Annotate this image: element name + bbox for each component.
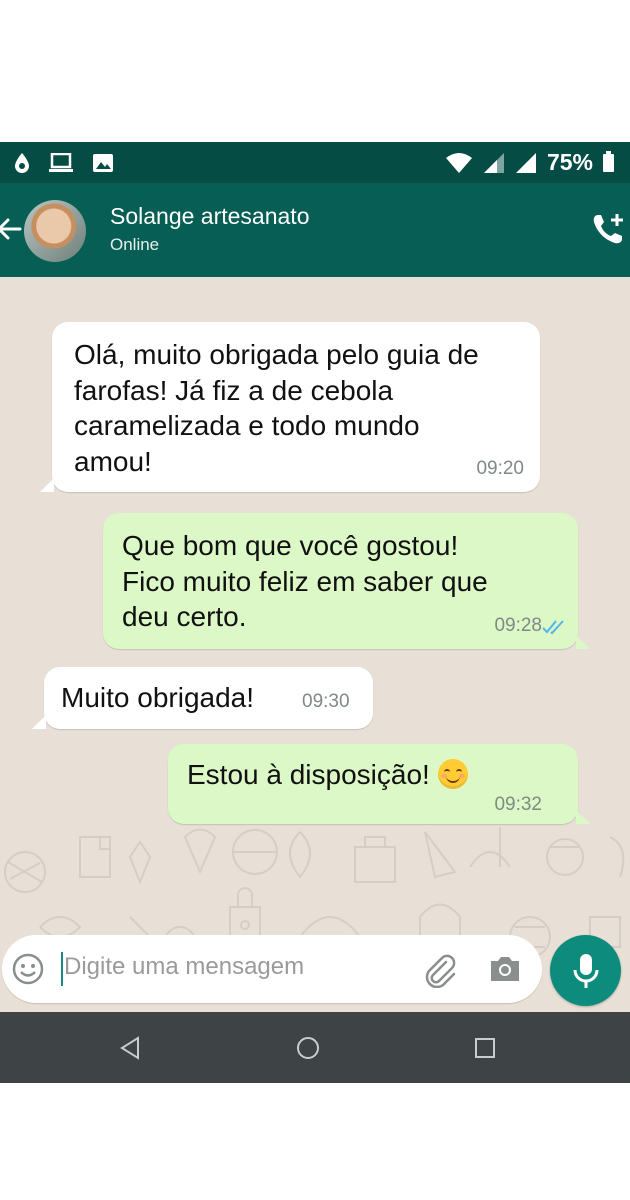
message-time: 09:20: [476, 458, 524, 479]
signal-icon: [515, 152, 536, 173]
message-bubble-incoming[interactable]: Muito obrigada! 09:30: [32, 667, 373, 729]
back-arrow-icon[interactable]: [0, 211, 24, 247]
back-nav-icon[interactable]: [116, 1034, 144, 1062]
message-time: 09:28: [494, 615, 542, 636]
mic-icon: [573, 954, 599, 988]
status-bar: 75%: [0, 142, 630, 183]
emoji-icon[interactable]: [12, 953, 44, 985]
read-ticks-icon: [542, 620, 564, 635]
message-input[interactable]: Digite uma mensagem: [2, 935, 542, 1003]
message-composer: Digite uma mensagem: [0, 932, 630, 1012]
phone-screen: 75% Solange artesanato Online Olá, muito…: [0, 142, 630, 1083]
android-nav-bar: [0, 1012, 630, 1083]
battery-icon: [603, 150, 614, 172]
avatar[interactable]: [24, 200, 86, 262]
water-drop-icon: [15, 152, 29, 173]
message-text: Que bom que você gostou! Fico muito feli…: [122, 530, 488, 632]
mic-button[interactable]: [550, 935, 621, 1006]
chat-area[interactable]: Olá, muito obrigada pelo guia de farofas…: [0, 277, 630, 1013]
chat-header: Solange artesanato Online: [0, 183, 630, 277]
message-bubble-outgoing[interactable]: Estou à disposição! 09:32: [168, 744, 590, 824]
signal-icon: [483, 152, 504, 173]
wifi-icon: [445, 152, 472, 173]
camera-icon[interactable]: [488, 953, 522, 985]
message-text: Estou à disposição!: [187, 757, 468, 793]
contact-name[interactable]: Solange artesanato: [110, 203, 310, 230]
message-bubble-outgoing[interactable]: Que bom que você gostou! Fico muito feli…: [103, 513, 590, 649]
image-icon: [93, 153, 113, 172]
smiling-face-emoji: [437, 759, 468, 789]
laptop-icon: [49, 152, 73, 172]
text-cursor: [61, 952, 63, 986]
message-text: Muito obrigada!: [61, 682, 255, 713]
battery-percent: 75%: [546, 149, 593, 175]
message-placeholder: Digite uma mensagem: [64, 953, 305, 980]
message-time: 09:30: [302, 691, 350, 712]
home-nav-icon[interactable]: [294, 1034, 322, 1062]
message-time: 09:32: [494, 794, 542, 815]
add-call-icon[interactable]: [590, 211, 626, 247]
message-bubble-incoming[interactable]: Olá, muito obrigada pelo guia de farofas…: [40, 322, 540, 492]
paperclip-icon[interactable]: [422, 952, 458, 988]
recents-nav-icon[interactable]: [471, 1034, 499, 1062]
message-text: Olá, muito obrigada pelo guia de farofas…: [74, 339, 479, 477]
contact-status: Online: [110, 235, 160, 254]
